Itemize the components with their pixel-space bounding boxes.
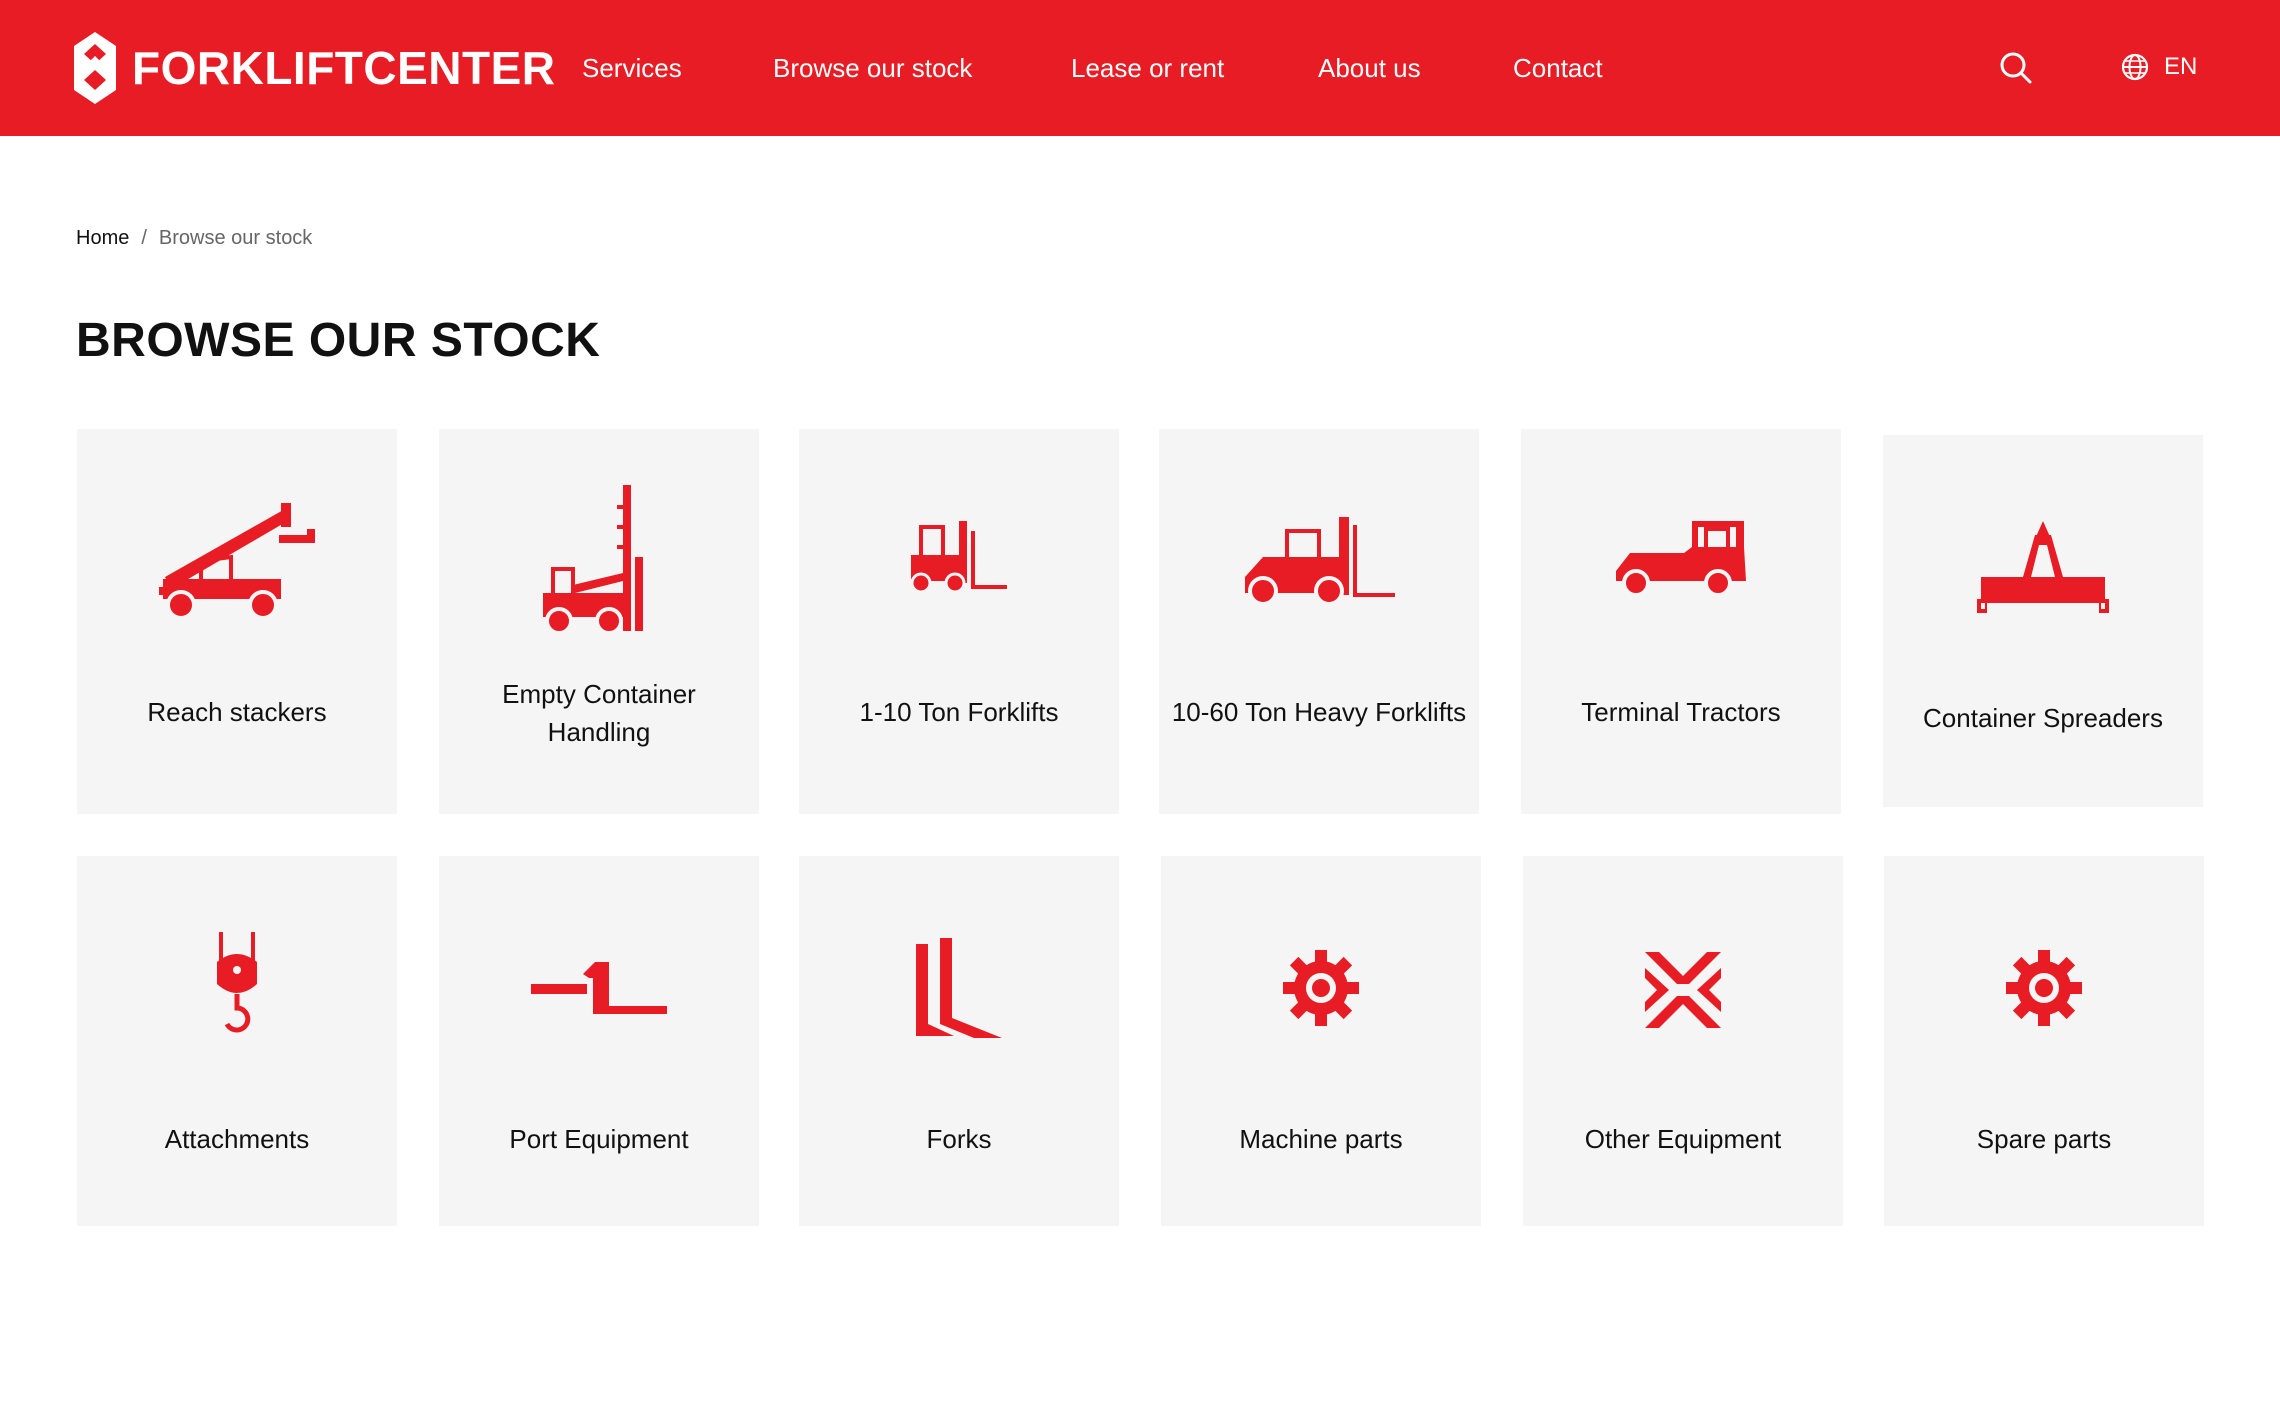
breadcrumb-home[interactable]: Home [76,224,129,252]
search-button[interactable] [1998,50,2034,86]
language-selector[interactable]: EN [2120,52,2197,82]
category-card-other-equipment[interactable]: Other Equipment [1523,856,1843,1226]
gear-icon [1283,950,1359,1026]
category-label: 10-60 Ton Heavy Forklifts [1171,697,1467,727]
language-label: EN [2164,53,2198,80]
category-label: Container Spreaders [1923,703,2163,733]
category-label: 1-10 Ton Forklifts [859,697,1059,727]
hook-icon [217,932,257,1033]
terminal-tractor-icon [1616,521,1746,597]
category-label: Other Equipment [1584,1124,1782,1154]
spreader-icon [1977,521,2109,613]
category-card-forks[interactable]: Forks [799,856,1119,1226]
breadcrumb-separator: / [141,227,147,249]
globe-icon [2121,53,2149,81]
nav-about-us[interactable]: About us [1318,52,1421,84]
brand-name: FORKLIFTCENTER [132,42,556,94]
nav-browse-stock[interactable]: Browse our stock [773,52,972,84]
category-card-reach-stackers[interactable]: Reach stackers [77,429,397,814]
category-label: Terminal Tractors [1581,697,1781,727]
category-card-container-spreaders[interactable]: Container Spreaders [1883,435,2203,807]
category-label: Port Equipment [509,1124,689,1154]
category-card-port-equipment[interactable]: Port Equipment [439,856,759,1226]
nav-lease-rent[interactable]: Lease or rent [1071,52,1224,84]
port-equipment-icon [531,962,667,1014]
page-title: BROWSE OUR STOCK [76,314,601,367]
category-card-attachments[interactable]: Attachments [77,856,397,1226]
brand-logo[interactable]: FORKLIFTCENTER [74,32,556,104]
category-label: Attachments [164,1124,310,1154]
category-label: Spare parts [1976,1124,2112,1154]
category-card-1-10-ton-forklifts[interactable]: 1-10 Ton Forklifts [799,429,1119,814]
category-card-empty-container-handling[interactable]: Empty Container Handling [439,429,759,814]
cross-arrows-icon [1645,952,1721,1028]
category-label: Forks [926,1124,992,1154]
top-navigation-bar: FORKLIFTCENTER Services Browse our stock… [0,0,2280,136]
small-forklift-icon [910,521,1007,594]
nav-contact[interactable]: Contact [1513,52,1603,84]
nav-services[interactable]: Services [582,52,682,84]
category-card-terminal-tractors[interactable]: Terminal Tractors [1521,429,1841,814]
category-card-machine-parts[interactable]: Machine parts [1161,856,1481,1226]
breadcrumb: Home / Browse our stock [76,224,312,252]
category-label: Empty Container Handling [502,679,696,747]
search-icon [2000,52,2032,84]
category-label: Machine parts [1239,1124,1403,1154]
forks-icon [916,938,1002,1038]
category-card-10-60-ton-heavy-forklifts[interactable]: 10-60 Ton Heavy Forklifts [1159,429,1479,814]
logo-icon [74,32,116,104]
breadcrumb-current: Browse our stock [158,227,313,249]
category-card-spare-parts[interactable]: Spare parts [1884,856,2204,1226]
heavy-forklift-icon [1245,517,1395,606]
reach-stacker-icon [159,503,315,620]
gear-icon [2006,950,2082,1026]
category-label: Reach stackers [147,697,327,727]
container-handler-icon [543,485,643,635]
